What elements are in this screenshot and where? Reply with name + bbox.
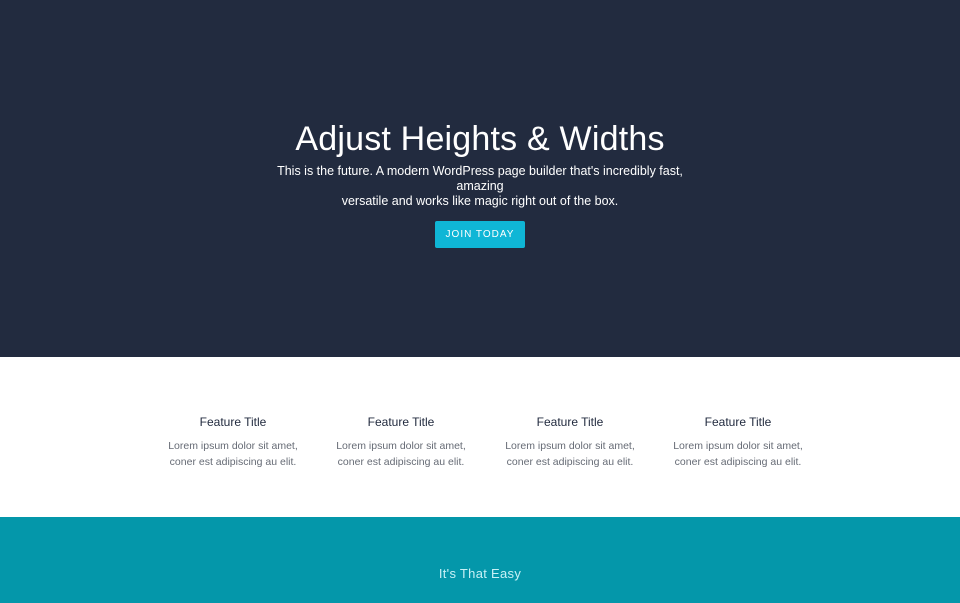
feature-description-line-1: Lorem ipsum dolor sit amet, xyxy=(336,440,466,452)
feature-card: Feature Title Lorem ipsum dolor sit amet… xyxy=(486,414,654,470)
hero-subtitle-line-1: This is the future. A modern WordPress p… xyxy=(277,164,683,193)
feature-description-line-1: Lorem ipsum dolor sit amet, xyxy=(505,440,635,452)
feature-description: Lorem ipsum dolor sit amet, coner est ad… xyxy=(654,438,822,470)
hero-subtitle: This is the future. A modern WordPress p… xyxy=(255,164,705,209)
feature-description: Lorem ipsum dolor sit amet, coner est ad… xyxy=(149,438,317,470)
feature-card: Feature Title Lorem ipsum dolor sit amet… xyxy=(654,414,822,470)
feature-card: Feature Title Lorem ipsum dolor sit amet… xyxy=(317,414,485,470)
feature-card: Feature Title Lorem ipsum dolor sit amet… xyxy=(149,414,317,470)
feature-description-line-2: coner est adipiscing au elit. xyxy=(337,456,465,468)
features-section: Feature Title Lorem ipsum dolor sit amet… xyxy=(0,357,960,517)
feature-description-line-1: Lorem ipsum dolor sit amet, xyxy=(168,440,298,452)
feature-description: Lorem ipsum dolor sit amet, coner est ad… xyxy=(486,438,654,470)
cta-heading: It's That Easy xyxy=(438,566,522,581)
feature-title: Feature Title xyxy=(536,415,604,429)
join-today-button[interactable]: JOIN TODAY xyxy=(435,221,525,248)
feature-description-line-1: Lorem ipsum dolor sit amet, xyxy=(673,440,803,452)
feature-title: Feature Title xyxy=(367,415,435,429)
feature-title: Feature Title xyxy=(704,415,772,429)
feature-description-line-2: coner est adipiscing au elit. xyxy=(674,456,802,468)
feature-title: Feature Title xyxy=(199,415,267,429)
feature-description-line-2: coner est adipiscing au elit. xyxy=(506,456,634,468)
hero-title: Adjust Heights & Widths xyxy=(295,120,665,158)
feature-description-line-2: coner est adipiscing au elit. xyxy=(169,456,297,468)
cta-section: It's That Easy xyxy=(0,517,960,603)
feature-description: Lorem ipsum dolor sit amet, coner est ad… xyxy=(317,438,485,470)
hero-section: Adjust Heights & Widths This is the futu… xyxy=(0,0,960,357)
hero-content: Adjust Heights & Widths This is the futu… xyxy=(0,118,960,248)
hero-subtitle-line-2: versatile and works like magic right out… xyxy=(341,194,619,208)
